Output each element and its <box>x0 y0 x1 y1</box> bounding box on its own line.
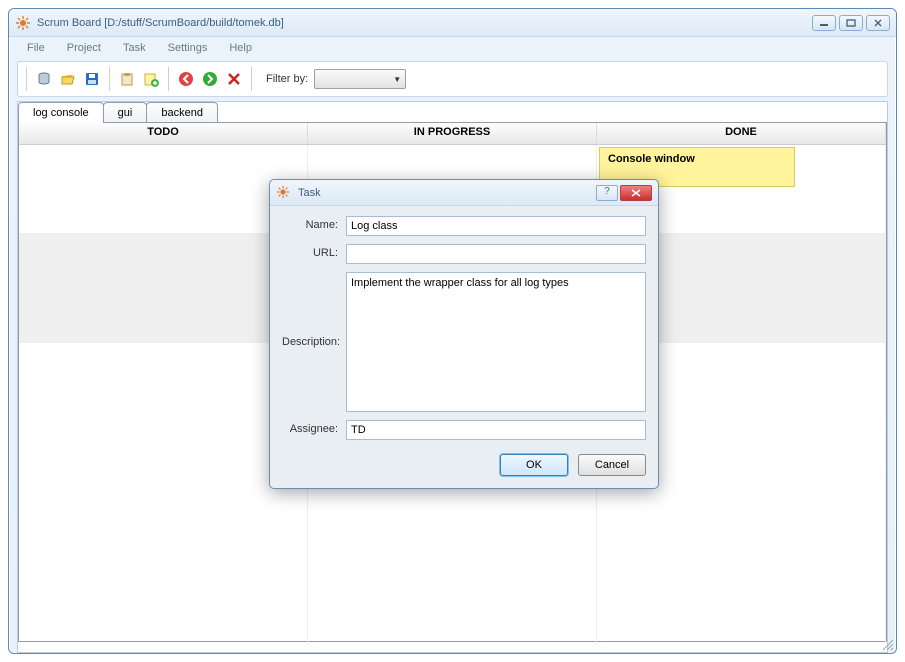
card-title: Console window <box>608 153 786 165</box>
main-titlebar[interactable]: Scrum Board [D:/stuff/ScrumBoard/build/t… <box>9 9 896 37</box>
dialog-controls: ? <box>596 185 652 201</box>
toolbar-separator <box>109 67 110 91</box>
menu-settings[interactable]: Settings <box>158 40 218 56</box>
cancel-button[interactable]: Cancel <box>578 454 646 476</box>
delete-icon[interactable] <box>225 70 243 88</box>
close-button[interactable] <box>866 15 890 31</box>
url-input[interactable] <box>346 244 646 264</box>
toolbar: Filter by: ▼ <box>17 61 888 97</box>
assignee-label: Assignee: <box>282 420 346 435</box>
note-add-icon[interactable] <box>142 70 160 88</box>
back-icon[interactable] <box>177 70 195 88</box>
toolbar-separator <box>168 67 169 91</box>
menu-project[interactable]: Project <box>57 40 111 56</box>
menu-help[interactable]: Help <box>219 40 262 56</box>
filter-label: Filter by: <box>266 73 308 85</box>
toolbar-separator <box>251 67 252 91</box>
board-header: TODO IN PROGRESS DONE <box>19 123 886 145</box>
main-title: Scrum Board [D:/stuff/ScrumBoard/build/t… <box>37 17 812 29</box>
tabs: log console gui backend <box>18 101 887 122</box>
toolbar-separator <box>26 67 27 91</box>
clipboard-icon[interactable] <box>118 70 136 88</box>
col-todo[interactable] <box>19 145 308 643</box>
task-dialog: Task ? Name: URL: Description: Assignee: <box>269 179 659 489</box>
ok-button[interactable]: OK <box>500 454 568 476</box>
chevron-down-icon: ▼ <box>393 75 401 84</box>
app-icon <box>15 15 31 31</box>
resize-grip[interactable] <box>880 637 894 651</box>
description-textarea[interactable] <box>346 272 646 412</box>
filter-combo[interactable]: ▼ <box>314 69 406 89</box>
tab-backend[interactable]: backend <box>146 102 218 123</box>
menu-file[interactable]: File <box>17 40 55 56</box>
forward-icon[interactable] <box>201 70 219 88</box>
dialog-close-button[interactable] <box>620 185 652 201</box>
name-input[interactable] <box>346 216 646 236</box>
save-icon[interactable] <box>83 70 101 88</box>
dialog-buttons: OK Cancel <box>270 450 658 486</box>
main-window: Scrum Board [D:/stuff/ScrumBoard/build/t… <box>8 8 897 654</box>
column-inprogress: IN PROGRESS <box>308 123 597 144</box>
maximize-button[interactable] <box>839 15 863 31</box>
tab-log-console[interactable]: log console <box>18 102 104 123</box>
app-icon <box>276 185 292 201</box>
dialog-titlebar[interactable]: Task ? <box>270 180 658 206</box>
assignee-input[interactable] <box>346 420 646 440</box>
column-todo: TODO <box>19 123 308 144</box>
description-label: Description: <box>282 272 346 348</box>
help-button[interactable]: ? <box>596 185 618 201</box>
dialog-body: Name: URL: Description: Assignee: <box>270 206 658 450</box>
url-label: URL: <box>282 244 346 259</box>
database-icon[interactable] <box>35 70 53 88</box>
dialog-title: Task <box>298 187 596 199</box>
window-controls <box>812 15 890 31</box>
folder-open-icon[interactable] <box>59 70 77 88</box>
menu-task[interactable]: Task <box>113 40 156 56</box>
tab-gui[interactable]: gui <box>103 102 148 123</box>
minimize-button[interactable] <box>812 15 836 31</box>
name-label: Name: <box>282 216 346 231</box>
menubar: File Project Task Settings Help <box>9 37 896 59</box>
column-done: DONE <box>597 123 886 144</box>
